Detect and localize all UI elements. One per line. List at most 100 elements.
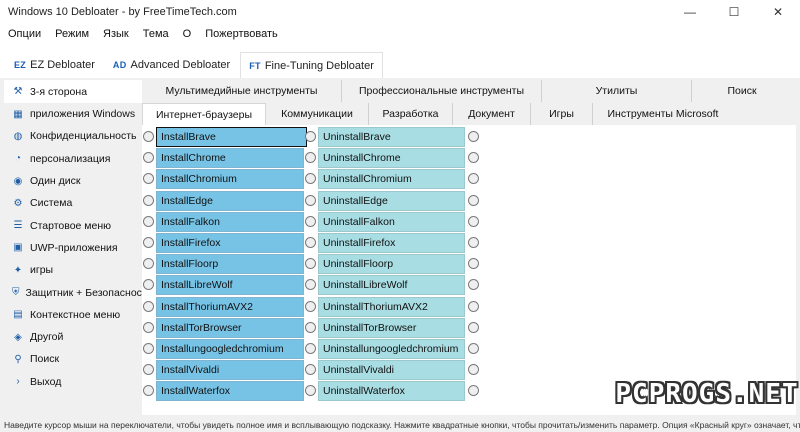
uninstall-button[interactable]: UninstallVivaldi [318,360,465,381]
install-radio[interactable] [143,131,154,142]
uninstall-radio[interactable] [305,131,316,142]
tab-professional[interactable]: Профессиональные инструменты [342,80,542,102]
mode-tab-advanced[interactable]: AD Advanced Debloater [105,52,238,78]
uninstall-radio[interactable] [305,385,316,397]
uninstall-button[interactable]: UninstallFalkon [318,211,465,232]
sidebar-item-4[interactable]: ◉ Один диск [4,170,142,192]
minimize-button[interactable]: — [668,0,712,24]
tab-document[interactable]: Документ [453,103,531,125]
install-radio[interactable] [143,279,154,291]
install-button[interactable]: InstallFirefox [156,233,304,253]
uninstall-radio[interactable] [305,279,316,291]
uninstall-button[interactable]: UninstallBrave [318,127,465,147]
install-button[interactable]: InstallTorBrowser [156,317,304,338]
tab-microsoft-tools[interactable]: Инструменты Microsoft [593,103,733,125]
menu-about[interactable]: О [176,28,199,40]
install-radio[interactable] [143,173,154,185]
status-radio[interactable] [468,237,479,248]
status-radio[interactable] [468,364,479,376]
uninstall-radio[interactable] [305,152,316,164]
sidebar-item-3[interactable]: ◔ персонализация [4,148,142,170]
install-radio[interactable] [143,258,154,270]
uninstall-button[interactable]: UninstallEdge [318,190,465,211]
sidebar-item-6[interactable]: ☰ Стартовое меню [4,214,142,236]
sidebar-item-10[interactable]: ▤ Контекстное меню [4,304,142,326]
install-button[interactable]: InstallBrave [156,127,307,147]
install-radio[interactable] [143,300,154,312]
install-radio[interactable] [143,152,154,164]
uninstall-button[interactable]: UninstallChromium [318,169,465,190]
status-radio[interactable] [468,194,479,206]
uninstall-button[interactable]: UninstallChrome [318,148,465,169]
install-radio[interactable] [143,215,154,227]
uninstall-radio[interactable] [305,364,316,376]
uninstall-radio[interactable] [305,321,316,333]
uninstall-radio[interactable] [305,194,316,206]
uninstall-radio[interactable] [305,173,316,185]
install-button[interactable]: InstallFalkon [156,211,304,232]
status-radio[interactable] [468,152,479,164]
status-radio[interactable] [468,343,479,354]
status-radio[interactable] [468,215,479,227]
sidebar-item-5[interactable]: ⚙ Система [4,192,142,214]
sidebar-item-7[interactable]: ▣ UWP-приложения [4,237,142,259]
sidebar-item-8[interactable]: ✦ игры [4,259,142,281]
uninstall-button[interactable]: UninstallLibreWolf [318,275,465,296]
maximize-button[interactable]: ☐ [712,0,756,24]
uninstall-button[interactable]: UninstallTorBrowser [318,317,465,338]
tab-utilities[interactable]: Утилиты [542,80,692,102]
install-button[interactable]: InstallWaterfox [156,381,304,402]
sidebar-item-12[interactable]: ⚲ Поиск [4,348,142,370]
sidebar-item-1[interactable]: ▦ приложения Windows [4,103,142,125]
install-radio[interactable] [143,237,154,248]
sidebar-item-13[interactable]: › Выход [4,371,142,393]
install-button[interactable]: InstallLibreWolf [156,275,304,296]
uninstall-button[interactable]: UninstallFirefox [318,233,465,253]
uninstall-button[interactable]: UninstallFloorp [318,254,465,275]
install-button[interactable]: Installungoogledchromium [156,339,304,359]
close-button[interactable]: ✕ [756,0,800,24]
uninstall-radio[interactable] [305,300,316,312]
tab-development[interactable]: Разработка [369,103,453,125]
sidebar-item-11[interactable]: ◈ Другой [4,326,142,348]
install-button[interactable]: InstallEdge [156,190,304,211]
install-button[interactable]: InstallChrome [156,148,304,169]
tab-browsers[interactable]: Интернет-браузеры [142,103,266,125]
status-radio[interactable] [468,173,479,185]
sidebar-item-0[interactable]: ⚒ 3-я сторона [4,80,142,103]
install-radio[interactable] [143,321,154,333]
menu-donate[interactable]: Пожертвовать [198,28,285,40]
sidebar-item-9[interactable]: ⛨ Защитник + Безопасность [4,281,152,303]
uninstall-button[interactable]: UninstallWaterfox [318,381,465,402]
uninstall-radio[interactable] [305,237,316,248]
install-radio[interactable] [143,364,154,376]
install-button[interactable]: InstallThoriumAVX2 [156,296,304,317]
status-radio[interactable] [468,321,479,333]
uninstall-radio[interactable] [305,258,316,270]
uninstall-button[interactable]: UninstallThoriumAVX2 [318,296,465,317]
mode-tab-fine-tuning[interactable]: FT Fine-Tuning Debloater [240,52,383,78]
menu-options[interactable]: Опции [0,28,48,40]
uninstall-button[interactable]: Uninstallungoogledchromium [318,339,465,359]
tab-games[interactable]: Игры [531,103,593,125]
install-radio[interactable] [143,194,154,206]
status-radio[interactable] [468,300,479,312]
sidebar-item-2[interactable]: ◍ Конфиденциальность [4,125,142,147]
install-radio[interactable] [143,385,154,397]
status-radio[interactable] [468,279,479,291]
install-button[interactable]: InstallFloorp [156,254,304,275]
status-radio[interactable] [468,258,479,270]
status-radio[interactable] [468,385,479,397]
install-button[interactable]: InstallChromium [156,169,304,190]
tab-multimedia[interactable]: Мультимедийные инструменты [142,80,342,102]
mode-tab-ez[interactable]: EZ EZ Debloater [6,52,103,78]
menu-language[interactable]: Язык [96,28,136,40]
uninstall-radio[interactable] [305,343,316,354]
tab-search[interactable]: Поиск [692,80,792,102]
install-button[interactable]: InstallVivaldi [156,360,304,381]
install-radio[interactable] [143,343,154,354]
status-radio[interactable] [468,131,479,142]
uninstall-radio[interactable] [305,215,316,227]
menu-mode[interactable]: Режим [48,28,96,40]
tab-communications[interactable]: Коммуникации [266,103,369,125]
